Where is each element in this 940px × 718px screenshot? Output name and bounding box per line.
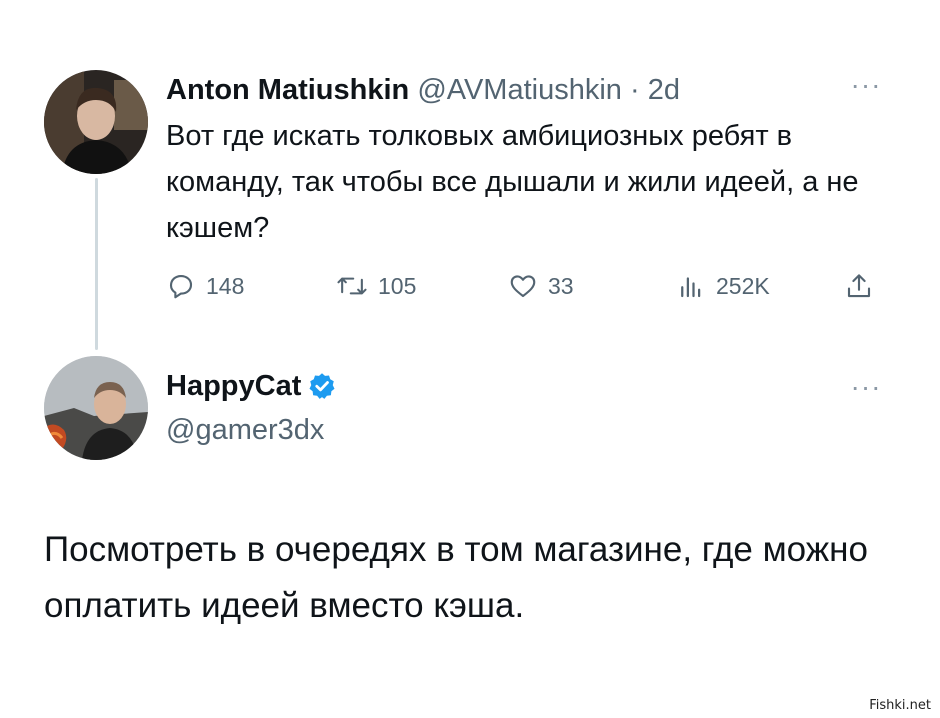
views-button[interactable]: 252K [676,266,770,306]
avatar-happycat[interactable] [44,356,148,460]
more-options-icon[interactable]: ··· [846,71,886,99]
tweet-text: Вот где искать толковых амбициозных ребя… [166,120,859,244]
share-button[interactable] [844,266,884,306]
reply-text: Посмотреть в очередях в том магазине, гд… [44,530,868,625]
retweet-count: 105 [378,272,417,299]
header-separator: · [629,74,640,106]
author-handle[interactable]: @AVMatiushkin [417,74,622,106]
like-button[interactable]: 33 [508,266,574,306]
heart-icon [510,275,536,298]
tweet-timestamp[interactable]: 2d [648,74,680,106]
more-options-icon[interactable]: ··· [846,373,886,401]
retweet-button[interactable]: 105 [336,266,416,306]
reply-icon [169,274,193,299]
like-count: 33 [548,272,574,299]
avatar-anton[interactable] [44,70,148,174]
author-name[interactable]: HappyCat [166,366,301,406]
reply-header: HappyCat [166,366,337,406]
reply-count: 148 [206,272,245,299]
tweet-header: Anton Matiushkin @AVMatiushkin · 2d [166,70,680,110]
retweet-icon [337,277,367,295]
author-handle[interactable]: @gamer3dx [166,410,324,450]
watermark-label: Fishki.net [866,697,934,714]
share-icon [847,274,871,298]
tweet-action-bar: 148 105 33 252K [166,266,896,306]
avatar-image [44,356,148,460]
avatar-image [44,70,148,174]
thread-connector-line [95,178,98,350]
author-name[interactable]: Anton Matiushkin [166,74,409,106]
views-icon [681,277,701,298]
reply-button[interactable]: 148 [166,266,244,306]
views-count: 252K [716,272,770,299]
verified-badge-icon[interactable] [307,371,337,401]
